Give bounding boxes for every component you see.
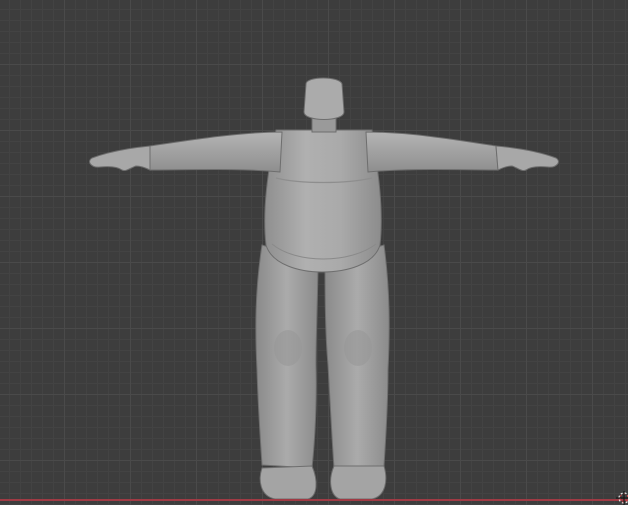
left-arm bbox=[89, 131, 283, 173]
right-arm bbox=[365, 131, 559, 173]
x-axis-line bbox=[0, 499, 628, 501]
head bbox=[303, 77, 345, 133]
3d-cursor-icon[interactable] bbox=[610, 489, 628, 505]
humanoid-mesh[interactable] bbox=[0, 0, 628, 505]
torso bbox=[264, 129, 382, 273]
left-leg bbox=[255, 244, 319, 500]
3d-viewport[interactable] bbox=[0, 0, 628, 505]
right-leg bbox=[324, 244, 390, 500]
